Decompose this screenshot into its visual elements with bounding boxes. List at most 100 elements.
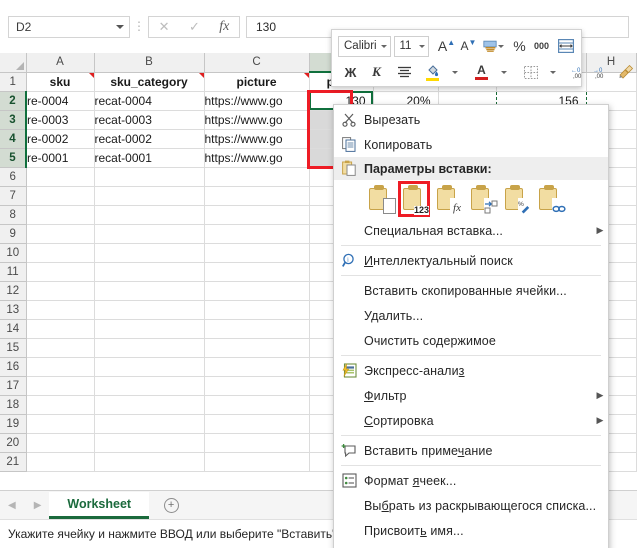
cell-b14[interactable] [94, 319, 205, 339]
row-header-11[interactable]: 11 [0, 262, 27, 282]
cell-c9[interactable] [204, 224, 310, 244]
row-header-12[interactable]: 12 [0, 281, 27, 301]
chevron-down-icon[interactable] [493, 62, 514, 83]
paste-all-icon[interactable] [367, 184, 396, 214]
menu-item-cut[interactable]: Вырезать [334, 107, 608, 132]
cell-b21[interactable] [94, 452, 205, 472]
menu-item-clear-contents[interactable]: Очистить содержимое [334, 328, 608, 353]
menu-item-paste-special[interactable]: Специальная вставка... ▶ [334, 218, 608, 243]
chevron-down-icon[interactable] [419, 44, 425, 48]
increase-font-size-icon[interactable]: A ▲ [436, 36, 457, 57]
merge-cells-icon[interactable] [555, 36, 576, 57]
cell-b17[interactable] [94, 376, 205, 396]
cell-a7[interactable] [26, 186, 95, 206]
cell-a16[interactable] [26, 357, 95, 377]
row-header-14[interactable]: 14 [0, 319, 27, 339]
cell-c5[interactable]: https://www.go [204, 148, 310, 168]
check-icon[interactable]: ✓ [189, 19, 200, 35]
cell-c15[interactable] [204, 338, 310, 358]
cell-b7[interactable] [94, 186, 205, 206]
font-name-combo[interactable]: Calibri [338, 35, 391, 57]
cell-a20[interactable] [26, 433, 95, 453]
row-header-4[interactable]: 4 [0, 129, 27, 149]
column-header-a[interactable]: A [26, 53, 95, 73]
cell-c11[interactable] [204, 262, 310, 282]
cell-c4[interactable]: https://www.go [204, 129, 310, 149]
cell-b1[interactable]: sku_category [94, 72, 205, 92]
column-header-b[interactable]: B [94, 53, 205, 73]
cell-a18[interactable] [26, 395, 95, 415]
menu-item-sort[interactable]: Сортировка ▶ [334, 408, 608, 433]
cell-b16[interactable] [94, 357, 205, 377]
menu-item-delete[interactable]: Удалить... [334, 303, 608, 328]
row-header-15[interactable]: 15 [0, 338, 27, 358]
font-color-icon[interactable]: A [471, 62, 492, 83]
borders-icon[interactable] [520, 62, 541, 83]
cell-a1[interactable]: sku [26, 72, 95, 92]
cell-b20[interactable] [94, 433, 205, 453]
chevron-down-icon[interactable] [498, 44, 504, 48]
sheet-tab-worksheet[interactable]: Worksheet [49, 492, 150, 519]
cell-c19[interactable] [204, 414, 310, 434]
cell-c12[interactable] [204, 281, 310, 301]
cell-a2[interactable]: re-0004 [26, 91, 95, 111]
cell-c6[interactable] [204, 167, 310, 187]
paste-values-icon[interactable]: 123 [398, 181, 430, 217]
cell-c21[interactable] [204, 452, 310, 472]
row-header-20[interactable]: 20 [0, 433, 27, 453]
comma-style-icon[interactable]: 000 [531, 36, 552, 57]
cell-b11[interactable] [94, 262, 205, 282]
cell-a15[interactable] [26, 338, 95, 358]
cell-a11[interactable] [26, 262, 95, 282]
row-header-2[interactable]: 2 [0, 91, 27, 111]
cell-a3[interactable]: re-0003 [26, 110, 95, 130]
font-size-combo[interactable]: 11 [393, 35, 429, 57]
chevron-down-icon[interactable] [380, 44, 387, 48]
cell-b10[interactable] [94, 243, 205, 263]
bold-button[interactable]: Ж [340, 62, 361, 83]
row-header-17[interactable]: 17 [0, 376, 27, 396]
select-all-corner[interactable] [0, 53, 27, 73]
row-header-19[interactable]: 19 [0, 414, 27, 434]
increase-decimal-icon[interactable]: ←0 ,00 [569, 62, 590, 83]
cell-b6[interactable] [94, 167, 205, 187]
cell-c16[interactable] [204, 357, 310, 377]
menu-item-hyperlink[interactable]: Гиперссылка... [334, 543, 608, 548]
paste-link-icon[interactable] [537, 184, 566, 214]
row-header-8[interactable]: 8 [0, 205, 27, 225]
row-header-3[interactable]: 3 [0, 110, 27, 130]
cell-a14[interactable] [26, 319, 95, 339]
cell-b9[interactable] [94, 224, 205, 244]
name-box[interactable]: D2 [8, 15, 130, 38]
cell-a6[interactable] [26, 167, 95, 187]
format-painter-icon[interactable] [617, 62, 637, 83]
row-header-9[interactable]: 9 [0, 224, 27, 244]
cell-a10[interactable] [26, 243, 95, 263]
cell-a4[interactable]: re-0002 [26, 129, 95, 149]
menu-item-insert-copied-cells[interactable]: Вставить скопированные ячейки... [334, 278, 608, 303]
accounting-format-icon[interactable] [483, 36, 504, 57]
chevron-left-icon[interactable]: ◀ [8, 500, 16, 511]
menu-item-insert-comment[interactable]: Вставить примечание [334, 438, 608, 463]
column-header-c[interactable]: C [204, 53, 310, 73]
cell-c1[interactable]: picture [204, 72, 310, 92]
paste-formulas-icon[interactable]: fx [435, 184, 464, 214]
cell-b8[interactable] [94, 205, 205, 225]
cell-a19[interactable] [26, 414, 95, 434]
fill-color-icon[interactable] [422, 62, 443, 83]
row-header-13[interactable]: 13 [0, 300, 27, 320]
percent-style-icon[interactable]: % [509, 36, 530, 57]
cell-a9[interactable] [26, 224, 95, 244]
row-header-10[interactable]: 10 [0, 243, 27, 263]
cell-c2[interactable]: https://www.go [204, 91, 310, 111]
row-header-16[interactable]: 16 [0, 357, 27, 377]
cell-a12[interactable] [26, 281, 95, 301]
menu-item-quick-analysis[interactable]: Экспресс-анализ [334, 358, 608, 383]
cell-c17[interactable] [204, 376, 310, 396]
menu-item-pick-from-dropdown[interactable]: Выбрать из раскрывающегося списка... [334, 493, 608, 518]
italic-button[interactable]: К [366, 62, 387, 83]
close-icon[interactable]: ✕ [159, 19, 170, 35]
context-menu[interactable]: Вырезать Копировать Параметры вставки: 1… [333, 104, 609, 548]
cell-b5[interactable]: recat-0001 [94, 148, 205, 168]
cell-c8[interactable] [204, 205, 310, 225]
